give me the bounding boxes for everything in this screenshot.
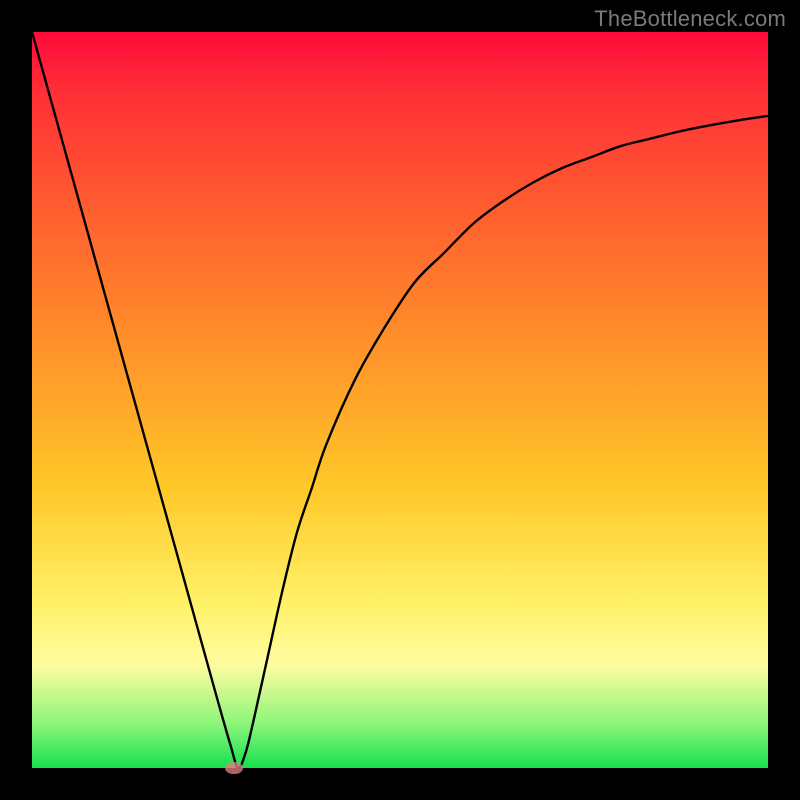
chart-frame: TheBottleneck.com: [0, 0, 800, 800]
bottleneck-curve: [32, 32, 768, 768]
plot-area: [32, 32, 768, 768]
watermark-text: TheBottleneck.com: [594, 6, 786, 32]
optimal-point-marker: [225, 762, 243, 774]
